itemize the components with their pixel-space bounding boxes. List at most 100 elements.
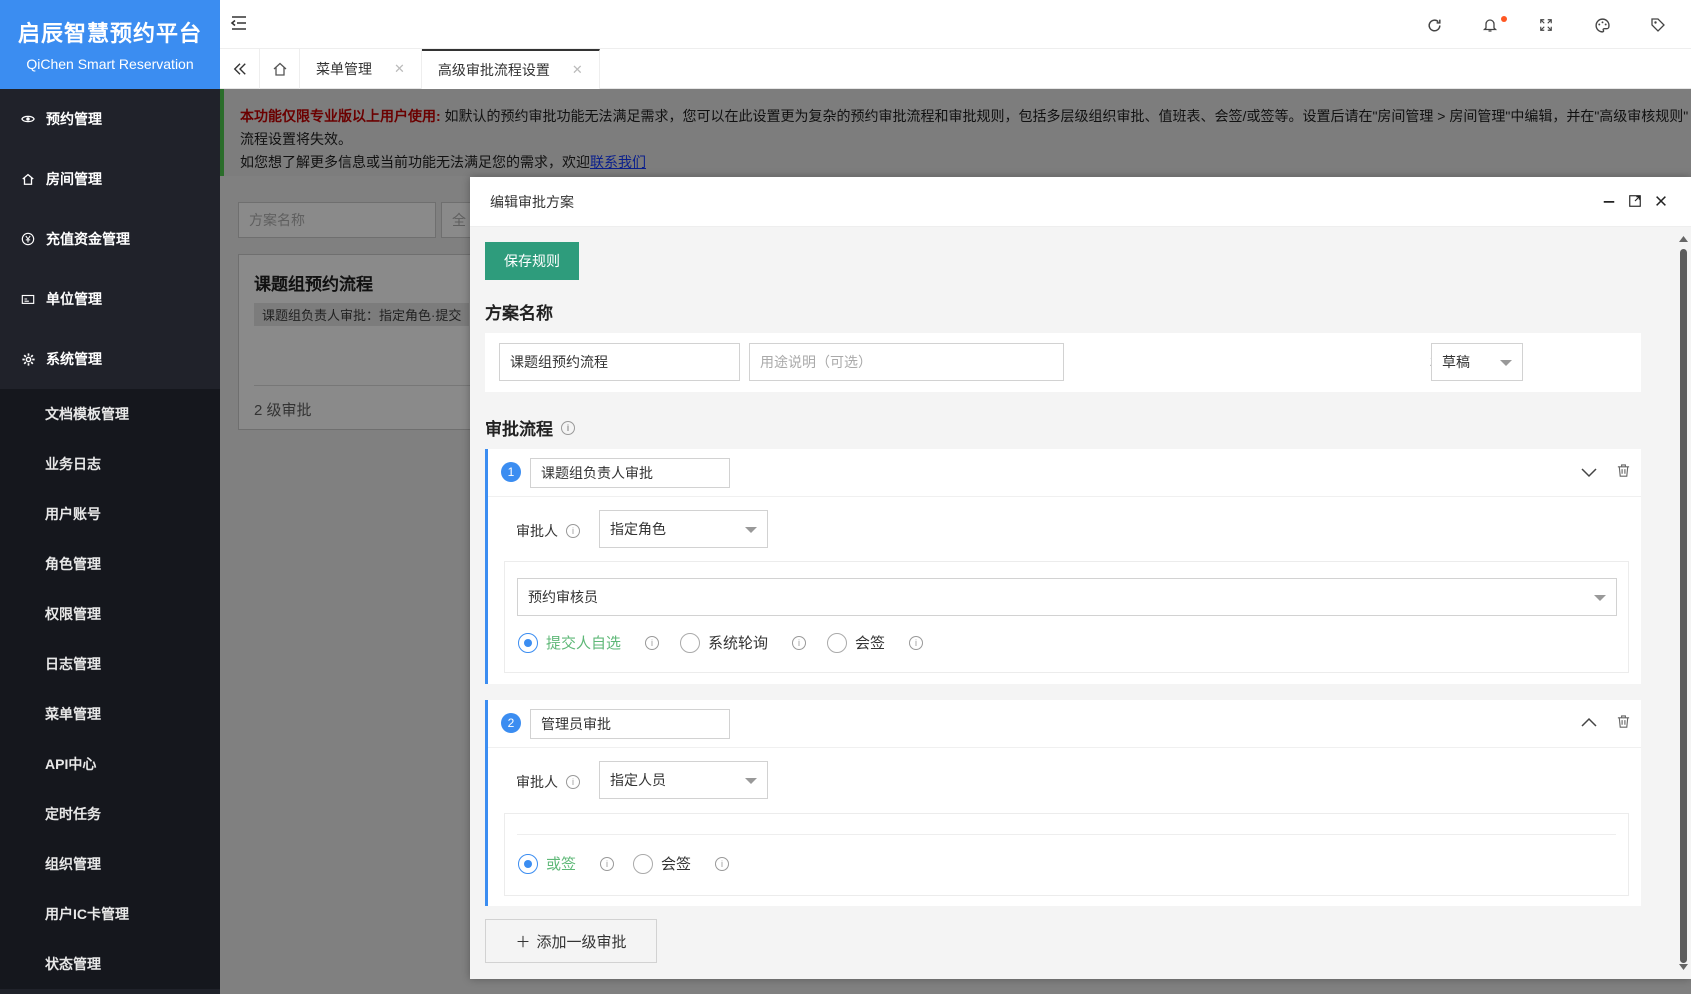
- step-number: 2: [501, 713, 521, 733]
- tab-advanced-approval[interactable]: 高级审批流程设置 ✕: [421, 49, 600, 89]
- info-icon[interactable]: i: [715, 856, 730, 871]
- sidebar-subitem-menus[interactable]: 菜单管理: [0, 689, 220, 739]
- card-divider: [254, 385, 477, 386]
- approver-type-select[interactable]: 指定角色: [599, 510, 768, 548]
- top-header: [220, 0, 1691, 49]
- gear-icon: [20, 351, 36, 367]
- card-title: 课题组预约流程: [254, 275, 373, 294]
- scheme-card[interactable]: 课题组预约流程 课题组负责人审批：指定角色·提交 2 级审批: [238, 254, 478, 430]
- radio-submitter-choice[interactable]: 提交人自选 i: [518, 632, 660, 653]
- sidebar-subitem-ic-cards[interactable]: 用户IC卡管理: [0, 889, 220, 939]
- radio-or-sign[interactable]: 或签 i: [518, 853, 615, 874]
- sidebar-subitem-business-log[interactable]: 业务日志: [0, 439, 220, 489]
- approval-flow-heading: 审批流程 i: [485, 415, 575, 440]
- approver-type-value: 指定角色: [610, 521, 666, 537]
- sidebar-item-label: 房间管理: [46, 171, 102, 187]
- tab-bar: 菜单管理 ✕ 高级审批流程设置 ✕: [220, 49, 1691, 89]
- info-icon[interactable]: i: [792, 635, 807, 650]
- sidebar-subitem-status[interactable]: 状态管理: [0, 939, 220, 989]
- trash-icon[interactable]: [1616, 714, 1631, 735]
- chevron-down-icon: [1500, 360, 1512, 366]
- radio-label: 或签: [546, 856, 577, 873]
- sidebar-item-label: 预约管理: [46, 111, 102, 127]
- role-select[interactable]: 预约审核员: [517, 578, 1617, 616]
- tag-icon[interactable]: [1647, 14, 1669, 36]
- status-select[interactable]: 草稿: [1431, 343, 1523, 381]
- modal-header: 编辑审批方案: [470, 177, 1691, 227]
- sidebar-subitem-roles[interactable]: 角色管理: [0, 539, 220, 589]
- sidebar: 启辰智慧预约平台 QiChen Smart Reservation 预约管理 房…: [0, 0, 220, 994]
- contact-us-link[interactable]: 联系我们: [590, 154, 646, 170]
- tab-label: 菜单管理: [316, 61, 372, 77]
- info-icon[interactable]: i: [600, 856, 615, 871]
- divider: [517, 834, 1616, 835]
- step-name-input[interactable]: 管理员审批: [530, 709, 730, 739]
- eye-icon: [20, 111, 36, 127]
- add-approval-level-button[interactable]: ＋ 添加一级审批: [485, 919, 657, 963]
- sidebar-item-units[interactable]: 单位管理: [0, 269, 220, 329]
- sidebar-subitem-organizations[interactable]: 组织管理: [0, 839, 220, 889]
- sidebar-item-label: 充值资金管理: [46, 231, 130, 247]
- notice-text-1: 如默认的预约审批功能无法满足需求，您可以在此设置更为复杂的预约审批流程和审批规则…: [440, 108, 1689, 124]
- scrollbar-thumb[interactable]: [1680, 249, 1687, 963]
- chevron-down-icon[interactable]: [1580, 463, 1598, 484]
- step-header: 2 管理员审批: [488, 700, 1641, 748]
- yen-icon: [20, 231, 36, 247]
- sidebar-subitem-doc-templates[interactable]: 文档模板管理: [0, 389, 220, 439]
- edit-scheme-modal: 编辑审批方案 保存规则 方案名称 课题组预约流程 用途说明（可选） 状态 草稿 …: [470, 177, 1691, 979]
- refresh-icon[interactable]: [1423, 14, 1445, 36]
- scroll-down-icon[interactable]: [1679, 963, 1688, 971]
- radio-circle: [518, 632, 538, 653]
- radio-circle: [518, 853, 538, 874]
- maximize-icon[interactable]: [1627, 193, 1643, 209]
- sidebar-subitem-api[interactable]: API中心: [0, 739, 220, 789]
- info-icon[interactable]: i: [561, 420, 575, 435]
- radio-label: 提交人自选: [546, 635, 622, 652]
- sidebar-subitem-scheduled-tasks[interactable]: 定时任务: [0, 789, 220, 839]
- sidebar-item-rooms[interactable]: 房间管理: [0, 149, 220, 209]
- scheme-info-panel: 课题组预约流程 用途说明（可选） 状态 草稿: [485, 333, 1641, 392]
- theme-palette-icon[interactable]: [1591, 14, 1613, 36]
- chevron-down-icon: [745, 527, 757, 533]
- chevron-up-icon[interactable]: [1580, 714, 1598, 735]
- scheme-name-search[interactable]: 方案名称: [238, 202, 436, 238]
- radio-countersign[interactable]: 会签 i: [633, 853, 730, 874]
- trash-icon[interactable]: [1616, 463, 1631, 484]
- modal-title: 编辑审批方案: [490, 193, 574, 210]
- chevron-down-icon: [1594, 595, 1606, 601]
- info-icon[interactable]: i: [566, 524, 580, 538]
- sidebar-item-system[interactable]: 系统管理: [0, 329, 220, 389]
- scroll-up-icon[interactable]: [1679, 235, 1688, 243]
- close-icon[interactable]: [1653, 193, 1669, 209]
- notice-bold: 本功能仅限专业版以上用户使用:: [240, 108, 441, 124]
- tab-close-icon[interactable]: ✕: [572, 62, 583, 78]
- modal-scrollbar[interactable]: [1679, 235, 1688, 971]
- approver-label-row: 审批人 i: [516, 772, 580, 792]
- notice-text-3: 如您想了解更多信息或当前功能无法满足您的需求，欢迎: [240, 154, 590, 170]
- radio-countersign[interactable]: 会签 i: [827, 632, 924, 653]
- info-icon[interactable]: i: [645, 635, 660, 650]
- tab-home-icon[interactable]: [260, 49, 300, 89]
- scheme-name-input[interactable]: 课题组预约流程: [499, 343, 740, 381]
- tab-menu-management[interactable]: 菜单管理 ✕: [300, 49, 422, 89]
- tab-close-icon[interactable]: ✕: [394, 61, 405, 77]
- sidebar-item-funds[interactable]: 充值资金管理: [0, 209, 220, 269]
- fullscreen-icon[interactable]: [1535, 14, 1557, 36]
- step-name-input[interactable]: 课题组负责人审批: [530, 458, 730, 488]
- sidebar-subitem-user-accounts[interactable]: 用户账号: [0, 489, 220, 539]
- description-input[interactable]: 用途说明（可选）: [749, 343, 1064, 381]
- sidebar-subitem-logs[interactable]: 日志管理: [0, 639, 220, 689]
- collapse-menu-icon[interactable]: [230, 14, 250, 34]
- plus-icon: ＋: [515, 933, 531, 951]
- bell-icon[interactable]: [1479, 14, 1507, 36]
- sidebar-subitem-permissions[interactable]: 权限管理: [0, 589, 220, 639]
- notice-line-1: 本功能仅限专业版以上用户使用: 如默认的预约审批功能无法满足需求，您可以在此设置…: [240, 105, 1691, 128]
- info-icon[interactable]: i: [909, 635, 924, 650]
- minimize-icon[interactable]: [1601, 193, 1617, 209]
- sidebar-item-reservation[interactable]: 预约管理: [0, 89, 220, 149]
- radio-system-rotation[interactable]: 系统轮询 i: [680, 632, 807, 653]
- approver-type-select[interactable]: 指定人员: [599, 761, 768, 799]
- save-rules-button[interactable]: 保存规则: [485, 242, 579, 280]
- info-icon[interactable]: i: [566, 775, 580, 789]
- tab-scroll-left-icon[interactable]: [220, 49, 260, 89]
